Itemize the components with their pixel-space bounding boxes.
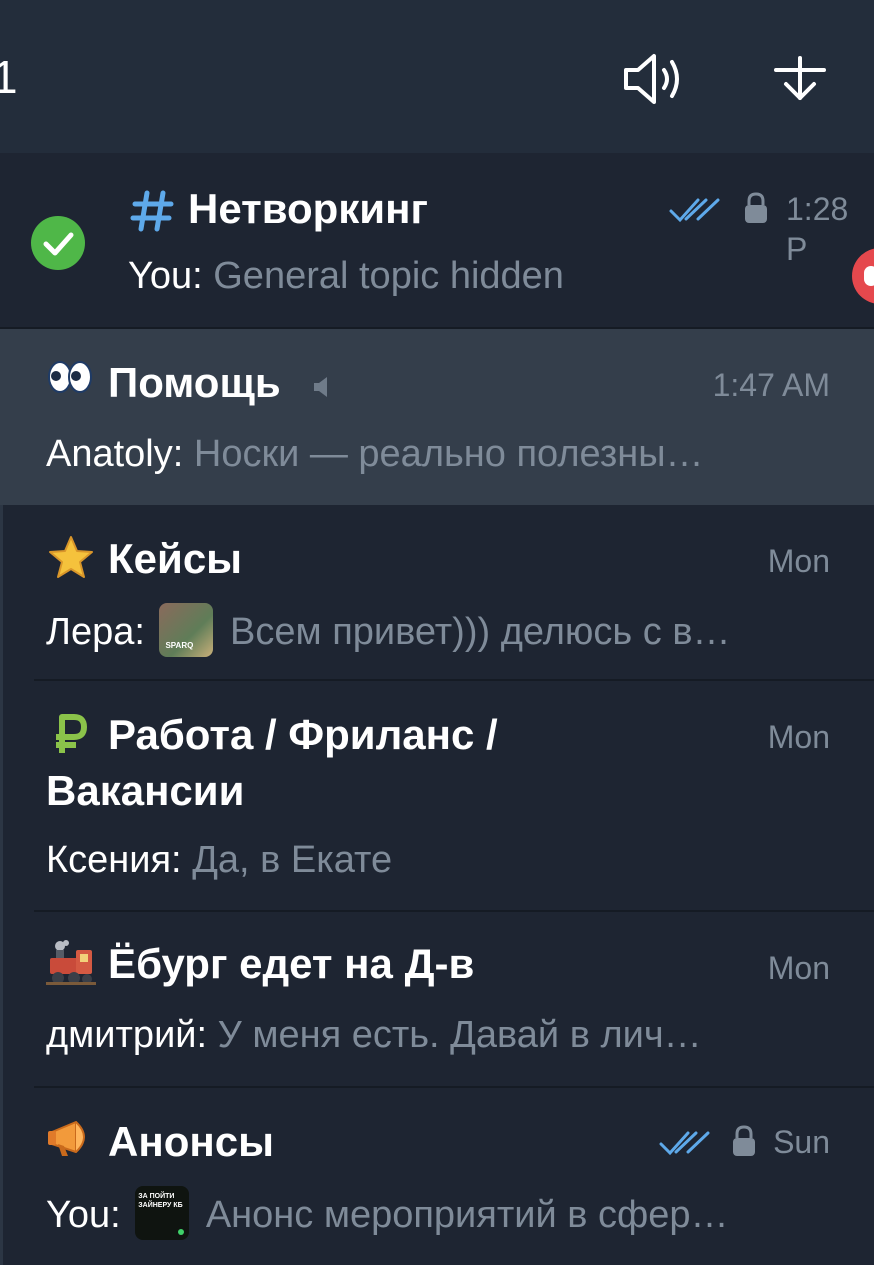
chat-row-announcements[interactable]: Анонсы Sun You: ЗА ПОЙТИ ЗАЙНЕРУ КБ Анон… (0, 1088, 874, 1265)
online-check-icon (31, 216, 85, 270)
chat-time: Mon (767, 950, 830, 986)
chat-time: 1:47 AM (712, 367, 830, 403)
chat-time: Mon (767, 543, 830, 579)
chat-title: Ёбург едет на Д-в (108, 940, 475, 987)
locomotive-icon (46, 940, 96, 985)
muted-speaker-icon (314, 377, 327, 397)
preview-text: Анонс мероприятий в сфер… (205, 1194, 729, 1237)
media-thumbnail: ЗА ПОЙТИ ЗАЙНЕРУ КБ (135, 1186, 190, 1240)
chat-preview: Anatoly: Носки — реально полезны… (46, 431, 704, 477)
chat-row-jobs[interactable]: Работа / Фриланс / Вакансии Mon Ксения: … (0, 681, 874, 911)
preview-text: General topic hidden (213, 255, 564, 297)
preview-text: У меня есть. Давай в лич… (217, 1014, 702, 1056)
eyes-icon (48, 361, 92, 393)
preview-sender: You: (46, 1194, 121, 1237)
chat-preview: You: ЗА ПОЙТИ ЗАЙНЕРУ КБ Анонс мероприят… (46, 1186, 729, 1244)
chat-title: Работа / Фриланс / Вакансии (46, 711, 498, 814)
chat-row-networking[interactable]: Нетворкинг You: General topic hidden 1:2… (0, 153, 874, 329)
chat-preview: Лера: SPARQ Всем привет))) делюсь с в… (46, 603, 731, 661)
media-thumbnail: SPARQ (159, 603, 214, 657)
top-bar: 1 (0, 0, 874, 153)
chat-time: Sun (773, 1124, 830, 1160)
preview-sender: You: (128, 255, 203, 297)
thumbnail-label: ЗА ПОЙТИ ЗАЙНЕРУ КБ (138, 1193, 183, 1209)
speaker-icon[interactable] (618, 48, 688, 110)
preview-sender: Ксения: (46, 839, 182, 881)
download-arrow-icon[interactable] (768, 48, 838, 110)
preview-text: Да, в Екате (192, 839, 393, 881)
chat-row-ekb-trip[interactable]: Ёбург едет на Д-в Mon дмитрий: У меня ес… (0, 912, 874, 1088)
header-title-fragment: 1 (0, 51, 18, 103)
double-check-icon (669, 198, 720, 223)
chat-preview: Ксения: Да, в Екате (46, 837, 392, 883)
preview-text: Всем привет))) делюсь с в… (230, 611, 731, 654)
preview-sender: дмитрий: (46, 1014, 208, 1056)
preview-sender: Anatoly: (46, 433, 184, 475)
chat-title: Помощь (108, 359, 281, 406)
preview-text: Носки — реально полезны… (193, 433, 704, 475)
chat-preview: You: General topic hidden (128, 253, 564, 299)
lock-icon (745, 192, 767, 223)
megaphone-icon (48, 1121, 85, 1156)
chat-preview: дмитрий: У меня есть. Давай в лич… (46, 1012, 702, 1058)
chat-time: Mon (767, 719, 830, 755)
chat-title: Нетворкинг (188, 185, 428, 232)
double-check-icon (659, 1131, 710, 1156)
hash-icon (130, 190, 174, 232)
preview-sender: Лера: (46, 611, 145, 654)
chat-title: Кейсы (108, 535, 243, 582)
thumbnail-label: SPARQ (165, 641, 194, 650)
chat-title: Анонсы (108, 1118, 274, 1165)
star-icon (49, 536, 93, 578)
chat-row-help[interactable]: Помощь 1:47 AM Anatoly: Носки — реально … (0, 329, 874, 505)
lock-icon (733, 1125, 755, 1156)
chat-row-cases[interactable]: Кейсы Mon Лера: SPARQ Всем привет))) дел… (0, 505, 874, 681)
